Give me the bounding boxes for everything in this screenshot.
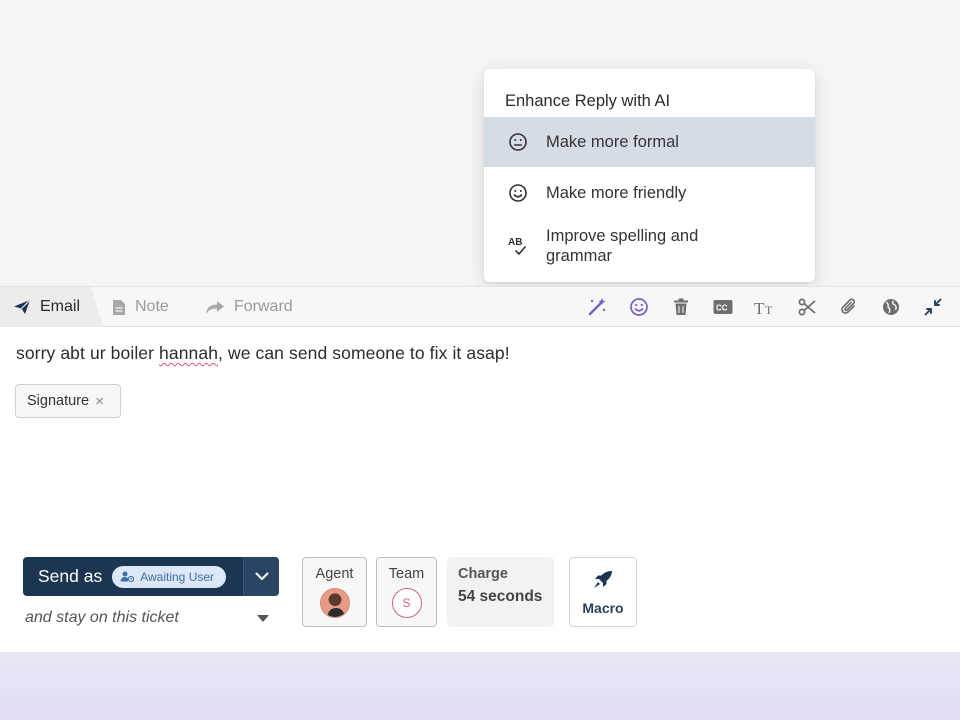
reply-message-text[interactable]: sorry abt ur boiler hannah, we can send … bbox=[16, 343, 510, 364]
collapse-button[interactable] bbox=[912, 287, 954, 327]
ai-item-label: Improve spelling and grammar bbox=[546, 227, 699, 265]
svg-text:T: T bbox=[754, 299, 765, 315]
misspelled-word: hannah bbox=[159, 343, 219, 363]
signature-label: Signature bbox=[27, 393, 90, 409]
tab-label: Forward bbox=[234, 298, 293, 315]
after-send-label: and stay on this ticket bbox=[25, 609, 179, 626]
remove-signature-icon[interactable]: × bbox=[95, 393, 104, 410]
svg-text:CC: CC bbox=[716, 304, 728, 313]
signature-chip[interactable]: Signature × bbox=[15, 384, 121, 418]
message-text-part: , we can send someone to fix it asap! bbox=[218, 343, 510, 363]
send-options-button[interactable] bbox=[243, 557, 279, 596]
smile-face-icon bbox=[509, 184, 527, 202]
note-icon bbox=[113, 299, 125, 315]
charge-value: 54 seconds bbox=[458, 588, 543, 605]
send-controls: Send as Awaiting User and stay on this t… bbox=[23, 557, 279, 627]
ai-wand-icon bbox=[588, 298, 606, 316]
forward-arrow-icon bbox=[206, 300, 224, 314]
tab-label: Email bbox=[40, 298, 81, 315]
ai-menu-title: Enhance Reply with AI bbox=[505, 92, 671, 110]
attachment-icon bbox=[841, 298, 855, 314]
after-send-dropdown[interactable]: and stay on this ticket bbox=[23, 609, 273, 627]
scissors-button[interactable] bbox=[786, 287, 828, 327]
macro-label: Macro bbox=[582, 600, 624, 616]
tab-label: Note bbox=[135, 298, 169, 315]
page-footer-band bbox=[0, 652, 960, 720]
ai-wand-button[interactable] bbox=[576, 287, 618, 327]
scissors-icon bbox=[798, 298, 816, 316]
svg-text:AB: AB bbox=[508, 237, 522, 248]
composer-toolbar: CC T T bbox=[576, 287, 954, 327]
tab-email[interactable]: Email bbox=[0, 287, 103, 327]
ai-item-make-more-friendly[interactable]: Make more friendly bbox=[484, 169, 815, 217]
ai-item-label: Make more formal bbox=[546, 133, 679, 151]
reply-composer: Email Note Forward CC T T sorry abt ur b… bbox=[0, 286, 960, 652]
ai-item-improve-spelling[interactable]: AB Improve spelling and grammar bbox=[484, 221, 815, 271]
tab-forward[interactable]: Forward bbox=[205, 287, 293, 327]
status-label: Awaiting User bbox=[140, 569, 215, 584]
text-format-icon: T T bbox=[754, 299, 773, 315]
emoji-icon bbox=[630, 298, 648, 316]
message-text-part: sorry abt ur boiler bbox=[16, 343, 160, 363]
globe-icon bbox=[883, 299, 899, 315]
agent-label: Agent bbox=[315, 566, 354, 582]
user-clock-icon bbox=[120, 571, 135, 582]
ai-item-make-more-formal[interactable]: Make more formal bbox=[484, 117, 815, 167]
macro-button[interactable]: Macro bbox=[569, 557, 637, 627]
agent-field[interactable]: Agent bbox=[302, 557, 367, 627]
send-as-label: Send as bbox=[38, 566, 103, 586]
neutral-face-icon bbox=[509, 133, 527, 151]
spellcheck-icon: AB bbox=[508, 237, 526, 255]
charge-timer[interactable]: Charge 54 seconds bbox=[447, 557, 554, 627]
cc-icon: CC bbox=[713, 300, 733, 314]
caret-down-icon bbox=[257, 614, 269, 622]
paper-plane-icon bbox=[13, 299, 31, 315]
charge-label: Charge bbox=[458, 566, 508, 582]
ai-item-label: Make more friendly bbox=[546, 184, 687, 202]
rocket-icon bbox=[594, 571, 612, 588]
text-format-button[interactable]: T T bbox=[744, 287, 786, 327]
cc-button[interactable]: CC bbox=[702, 287, 744, 327]
ai-enhance-menu: Enhance Reply with AI Make more formal M… bbox=[484, 69, 815, 282]
attachment-button[interactable] bbox=[828, 287, 870, 327]
svg-text:T: T bbox=[765, 303, 773, 315]
composer-tabbar: Email Note Forward CC T T bbox=[0, 287, 960, 327]
emoji-button[interactable] bbox=[618, 287, 660, 327]
team-label: Team bbox=[388, 566, 425, 582]
collapse-icon bbox=[924, 298, 942, 316]
team-avatar: S bbox=[391, 588, 422, 618]
trash-icon bbox=[674, 298, 688, 315]
chevron-down-icon bbox=[255, 572, 268, 580]
avatar bbox=[319, 588, 350, 618]
team-field[interactable]: Team S bbox=[376, 557, 437, 627]
status-badge: Awaiting User bbox=[112, 565, 227, 588]
send-as-button[interactable]: Send as Awaiting User bbox=[23, 557, 279, 596]
delete-button[interactable] bbox=[660, 287, 702, 327]
tab-note[interactable]: Note bbox=[112, 287, 169, 327]
language-button[interactable] bbox=[870, 287, 912, 327]
